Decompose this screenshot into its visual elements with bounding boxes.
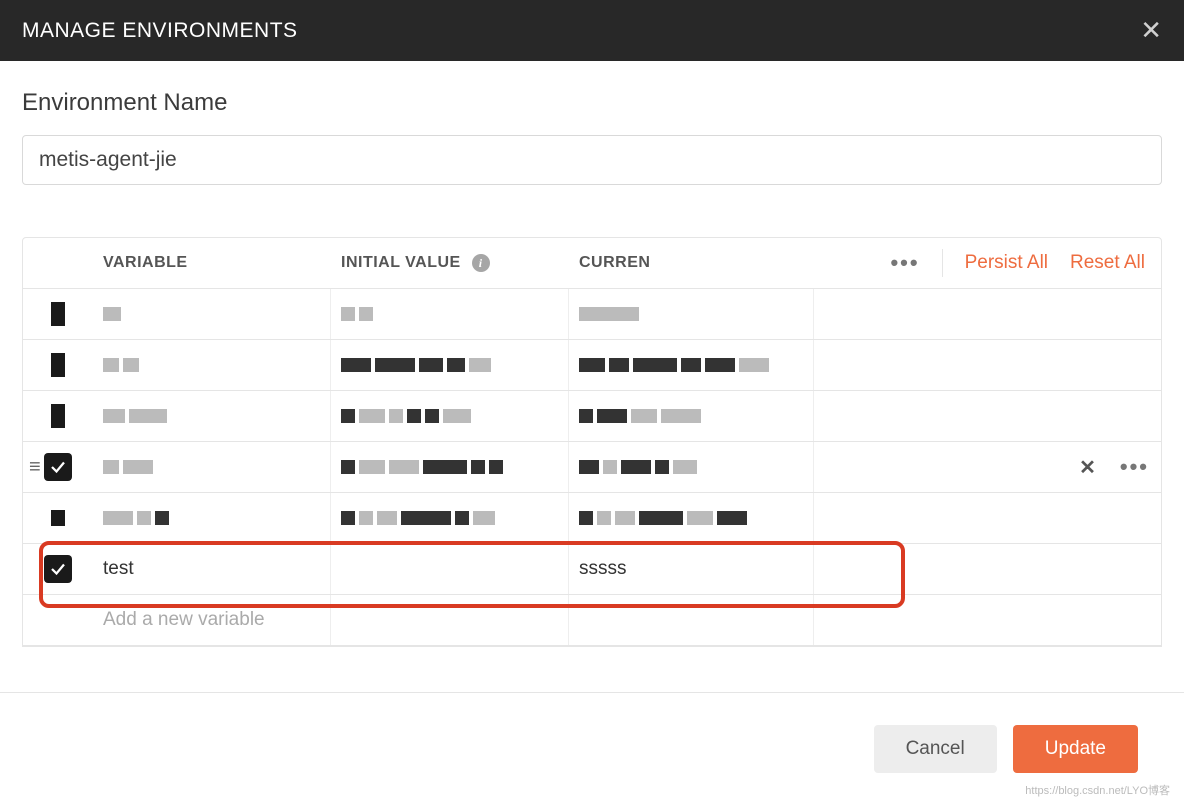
cancel-button[interactable]: Cancel [874,725,997,773]
modal-header: MANAGE ENVIRONMENTS ✕ [0,0,1184,61]
row-more-icon[interactable]: ••• [1120,454,1149,480]
info-icon[interactable]: i [472,254,490,272]
table-row [23,340,1161,391]
add-variable-row[interactable]: Add a new variable [23,595,1161,646]
table-row[interactable]: ≡ ✕ ••• [23,442,1161,493]
col-header-initial: INITIAL VALUE i [331,254,569,273]
table-row [23,391,1161,442]
reset-all-link[interactable]: Reset All [1070,252,1145,274]
col-header-variable: VARIABLE [93,254,331,272]
table-row-highlighted[interactable]: test sssss [23,544,1161,595]
row-checkbox[interactable] [44,453,72,481]
close-icon[interactable]: ✕ [1140,15,1162,46]
current-value-cell[interactable]: sssss [569,544,814,594]
variable-cell[interactable]: test [93,544,331,594]
modal-footer: Cancel Update https://blog.csdn.net/LYO博… [0,692,1184,804]
add-variable-placeholder[interactable]: Add a new variable [93,595,331,645]
modal-title: MANAGE ENVIRONMENTS [22,19,298,43]
env-name-input[interactable] [22,135,1162,185]
row-checkbox[interactable] [44,555,72,583]
persist-all-link[interactable]: Persist All [965,252,1048,274]
table-row [23,289,1161,340]
table-row [23,493,1161,544]
more-icon[interactable]: ••• [890,250,919,276]
watermark-text: https://blog.csdn.net/LYO博客 [1025,782,1170,798]
initial-value-cell[interactable] [331,544,569,594]
table-header: VARIABLE INITIAL VALUE i CURREN ••• Pers… [23,238,1161,289]
col-header-current: CURREN [569,254,814,272]
env-name-label: Environment Name [22,89,1162,117]
drag-handle-icon[interactable]: ≡ [29,456,41,479]
delete-row-icon[interactable]: ✕ [1079,455,1096,480]
update-button[interactable]: Update [1013,725,1138,773]
variables-table: VARIABLE INITIAL VALUE i CURREN ••• Pers… [22,237,1162,647]
